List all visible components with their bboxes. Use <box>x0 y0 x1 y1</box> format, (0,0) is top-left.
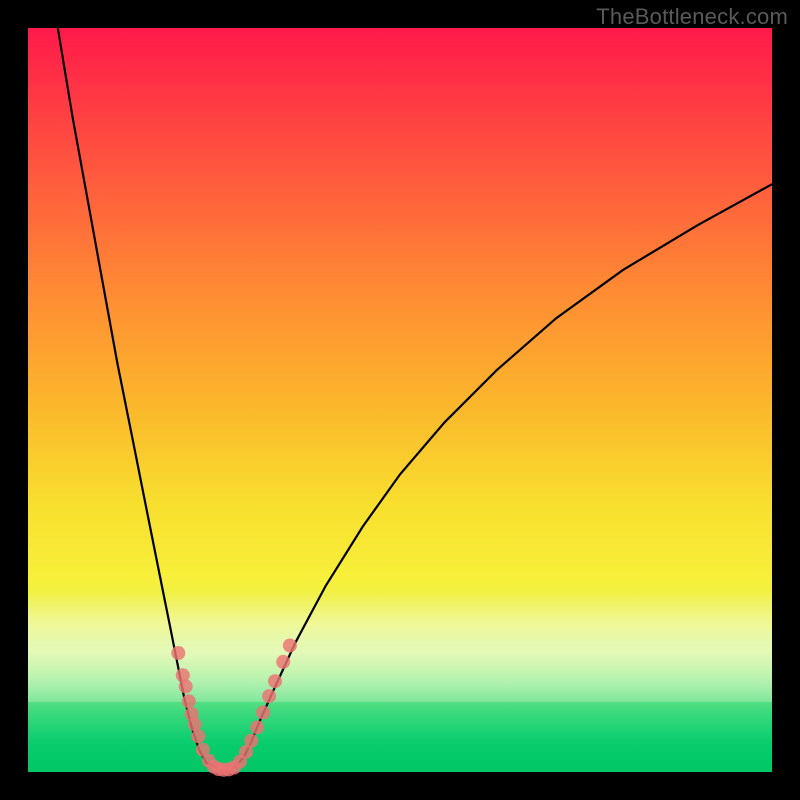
data-marker <box>244 734 258 748</box>
data-marker <box>283 639 297 653</box>
data-marker <box>182 694 196 708</box>
data-marker <box>250 720 264 734</box>
watermark-text: TheBottleneck.com <box>596 4 788 30</box>
data-marker <box>179 679 193 693</box>
plot-area <box>28 28 772 772</box>
data-marker <box>276 655 290 669</box>
chart-frame: TheBottleneck.com <box>0 0 800 800</box>
data-marker <box>262 689 276 703</box>
bottleneck-curve <box>58 28 772 771</box>
data-marker <box>188 717 202 731</box>
curve-layer <box>28 28 772 772</box>
data-marker <box>171 646 185 660</box>
marker-group <box>171 639 297 777</box>
data-marker <box>191 729 205 743</box>
data-marker <box>256 706 270 720</box>
data-marker <box>268 674 282 688</box>
